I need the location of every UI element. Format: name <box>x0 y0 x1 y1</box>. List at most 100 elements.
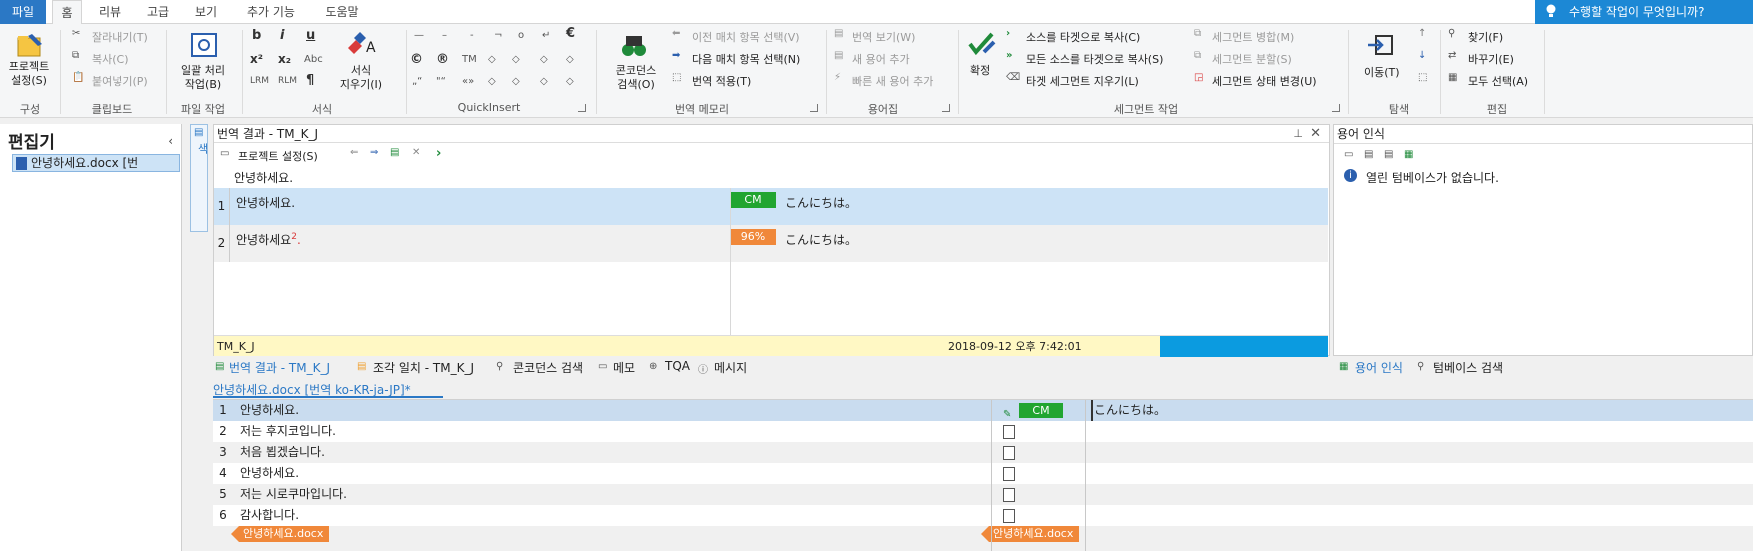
italic-button[interactable]: i <box>280 28 284 43</box>
prev-match-button[interactable]: 이전 매치 항목 선택(V) <box>692 29 800 45</box>
forward-chevron-icon[interactable]: › <box>436 146 441 161</box>
segment-row[interactable]: 4 안녕하세요. <box>213 463 1753 484</box>
add-term-button[interactable]: 새 용어 추가 <box>852 51 910 67</box>
view-translation-button[interactable]: 번역 보기(W) <box>852 29 915 45</box>
tab-addins[interactable]: 추가 기능 <box>236 0 306 24</box>
qi-tag7-icon[interactable]: ◇ <box>540 76 548 87</box>
qi-not-icon[interactable]: ¬ <box>494 30 502 41</box>
select-region-icon[interactable]: ⬚ <box>1418 72 1427 83</box>
tab-advanced[interactable]: 고급 <box>138 0 178 24</box>
concordance-button[interactable]: 콘코던스 검색(O) <box>602 64 670 92</box>
segment-row[interactable]: 3 처음 뵙겠습니다. <box>213 442 1753 463</box>
apply-result-icon[interactable]: ▤ <box>390 147 399 158</box>
segment-row[interactable]: 1 안녕하세요. ✎ CM こんにちは。 <box>213 400 1753 421</box>
prev-result-icon[interactable]: ⇐ <box>350 147 358 158</box>
clear-format-button[interactable]: 서식 지우기(I) <box>330 64 392 92</box>
superscript-button[interactable]: x² <box>250 52 263 66</box>
underline-button[interactable]: u <box>306 28 315 43</box>
copy-all-source-button[interactable]: 모든 소스를 타겟으로 복사(S) <box>1026 51 1163 67</box>
qi-registered-icon[interactable]: ® <box>436 52 449 67</box>
copy-button[interactable]: 복사(C) <box>92 51 129 67</box>
goto-button[interactable]: 이동(T) <box>1364 64 1400 80</box>
next-match-button[interactable]: 다음 매치 항목 선택(N) <box>692 51 800 67</box>
qi-tag1-icon[interactable]: ◇ <box>488 54 496 65</box>
pilcrow-button[interactable]: ¶ <box>306 73 314 88</box>
qi-tag6-icon[interactable]: ◇ <box>512 76 520 87</box>
rlm-button[interactable]: RLM <box>278 76 297 86</box>
close-icon[interactable]: ✕ <box>1310 125 1321 143</box>
next-result-icon[interactable]: ⇒ <box>370 147 378 158</box>
replace-button[interactable]: 바꾸기(E) <box>1468 51 1514 67</box>
merge-segment-button[interactable]: 세그먼트 병합(M) <box>1212 29 1294 45</box>
qi-tag4-icon[interactable]: ◇ <box>566 54 574 65</box>
batch-task-button[interactable]: 일괄 처리 작업(B) <box>172 64 234 92</box>
tools-icon[interactable]: ✕ <box>412 147 420 158</box>
subscript-button[interactable]: x₂ <box>278 52 291 66</box>
result-row[interactable]: 1 안녕하세요. CM こんにちは。 <box>214 188 1328 225</box>
paste-button[interactable]: 붙여넣기(P) <box>92 73 148 89</box>
tab-file[interactable]: 파일 <box>0 0 46 24</box>
qi-quote2-icon[interactable]: "“ <box>436 76 446 87</box>
tab-translation-results[interactable]: 번역 결과 - TM_K_J <box>229 359 330 376</box>
qi-degree-icon[interactable]: o <box>518 30 524 41</box>
project-settings-button[interactable]: 프로젝트 설정(S) <box>6 60 52 88</box>
segment-row[interactable]: 5 저는 시로쿠마입니다. <box>213 484 1753 505</box>
qi-return-icon[interactable]: ↵ <box>542 30 550 41</box>
nav-document-item[interactable]: 안녕하세요.docx [번 <box>12 154 180 172</box>
term-tool-3-icon[interactable]: ▤ <box>1384 149 1393 160</box>
arrow-down-icon[interactable]: ↓ <box>1418 50 1426 61</box>
tab-review[interactable]: 리뷰 <box>90 0 130 24</box>
arrow-up-icon[interactable]: ↑ <box>1418 28 1426 39</box>
confirm-button[interactable]: 확정 <box>970 62 990 78</box>
cut-button[interactable]: 잘라내기(T) <box>92 29 148 45</box>
tm-launcher-icon[interactable] <box>810 104 818 112</box>
tell-me-search[interactable]: 수행할 작업이 무엇입니까? <box>1535 0 1753 24</box>
clear-target-button[interactable]: 타겟 세그먼트 지우기(L) <box>1026 73 1139 89</box>
change-status-button[interactable]: 세그먼트 상태 변경(U) <box>1212 73 1317 89</box>
qi-tag5-icon[interactable]: ◇ <box>488 76 496 87</box>
result-row[interactable]: 2 안녕하세요2. 96% こんにちは。 <box>214 225 1328 262</box>
segment-target[interactable]: こんにちは。 <box>1091 400 1166 421</box>
apply-translation-button[interactable]: 번역 적용(T) <box>692 73 751 89</box>
tab-help[interactable]: 도움말 <box>314 0 370 24</box>
split-segment-button[interactable]: 세그먼트 분할(S) <box>1212 51 1292 67</box>
term-tool-2-icon[interactable]: ▤ <box>1364 149 1373 160</box>
segment-row[interactable]: 2 저는 후지코입니다. <box>213 421 1753 442</box>
tab-messages[interactable]: 메시지 <box>714 359 747 376</box>
tab-concordance[interactable]: 콘코던스 검색 <box>513 359 583 376</box>
document-tab[interactable]: 안녕하세요.docx [번역 ko-KR-ja-JP]* <box>213 381 443 398</box>
segment-launcher-icon[interactable] <box>1332 104 1340 112</box>
qi-tag3-icon[interactable]: ◇ <box>540 54 548 65</box>
quick-add-term-button[interactable]: 빠른 새 용어 추가 <box>852 73 933 89</box>
tab-termbase-search[interactable]: 텀베이스 검색 <box>1433 359 1503 376</box>
qi-copyright-icon[interactable]: © <box>410 52 423 67</box>
find-button[interactable]: 찾기(F) <box>1468 29 1503 45</box>
segment-row[interactable]: 6 감사합니다. <box>213 505 1753 526</box>
qi-emdash-icon[interactable]: — <box>414 30 424 41</box>
tab-tqa[interactable]: TQA <box>665 359 690 373</box>
tab-fragment-match[interactable]: 조각 일치 - TM_K_J <box>373 359 474 376</box>
tab-view[interactable]: 보기 <box>186 0 226 24</box>
term-tool-4-icon[interactable]: ▦ <box>1404 149 1413 160</box>
tab-home[interactable]: 홈 <box>52 0 82 25</box>
qi-hyphen-icon[interactable]: - <box>470 30 474 41</box>
qi-tm-icon[interactable]: TM <box>462 54 477 65</box>
term-tool-1-icon[interactable]: ▭ <box>1344 149 1353 160</box>
smallcaps-button[interactable]: Abc <box>304 54 323 65</box>
lrm-button[interactable]: LRM <box>250 76 269 86</box>
collapse-chevron-icon[interactable]: ‹ <box>168 134 173 148</box>
select-all-button[interactable]: 모두 선택(A) <box>1468 73 1528 89</box>
qi-guillemet-icon[interactable]: «» <box>462 76 474 87</box>
qi-euro-icon[interactable]: € <box>566 26 575 41</box>
termbase-launcher-icon[interactable] <box>942 104 950 112</box>
bold-button[interactable]: b <box>252 28 261 43</box>
qi-endash-icon[interactable]: – <box>442 30 447 41</box>
qi-quote1-icon[interactable]: „“ <box>412 76 422 87</box>
qi-tag2-icon[interactable]: ◇ <box>512 54 520 65</box>
tab-memo[interactable]: 메모 <box>613 359 635 376</box>
copy-source-button[interactable]: 소스를 타겟으로 복사(C) <box>1026 29 1140 45</box>
termbase-search-side-tab[interactable]: ▤ 용어베이스 검색 <box>190 124 225 232</box>
results-project-settings-button[interactable]: 프로젝트 설정(S) <box>238 148 318 164</box>
pin-icon[interactable]: ⊥ <box>1293 125 1303 143</box>
qi-tag8-icon[interactable]: ◇ <box>566 76 574 87</box>
